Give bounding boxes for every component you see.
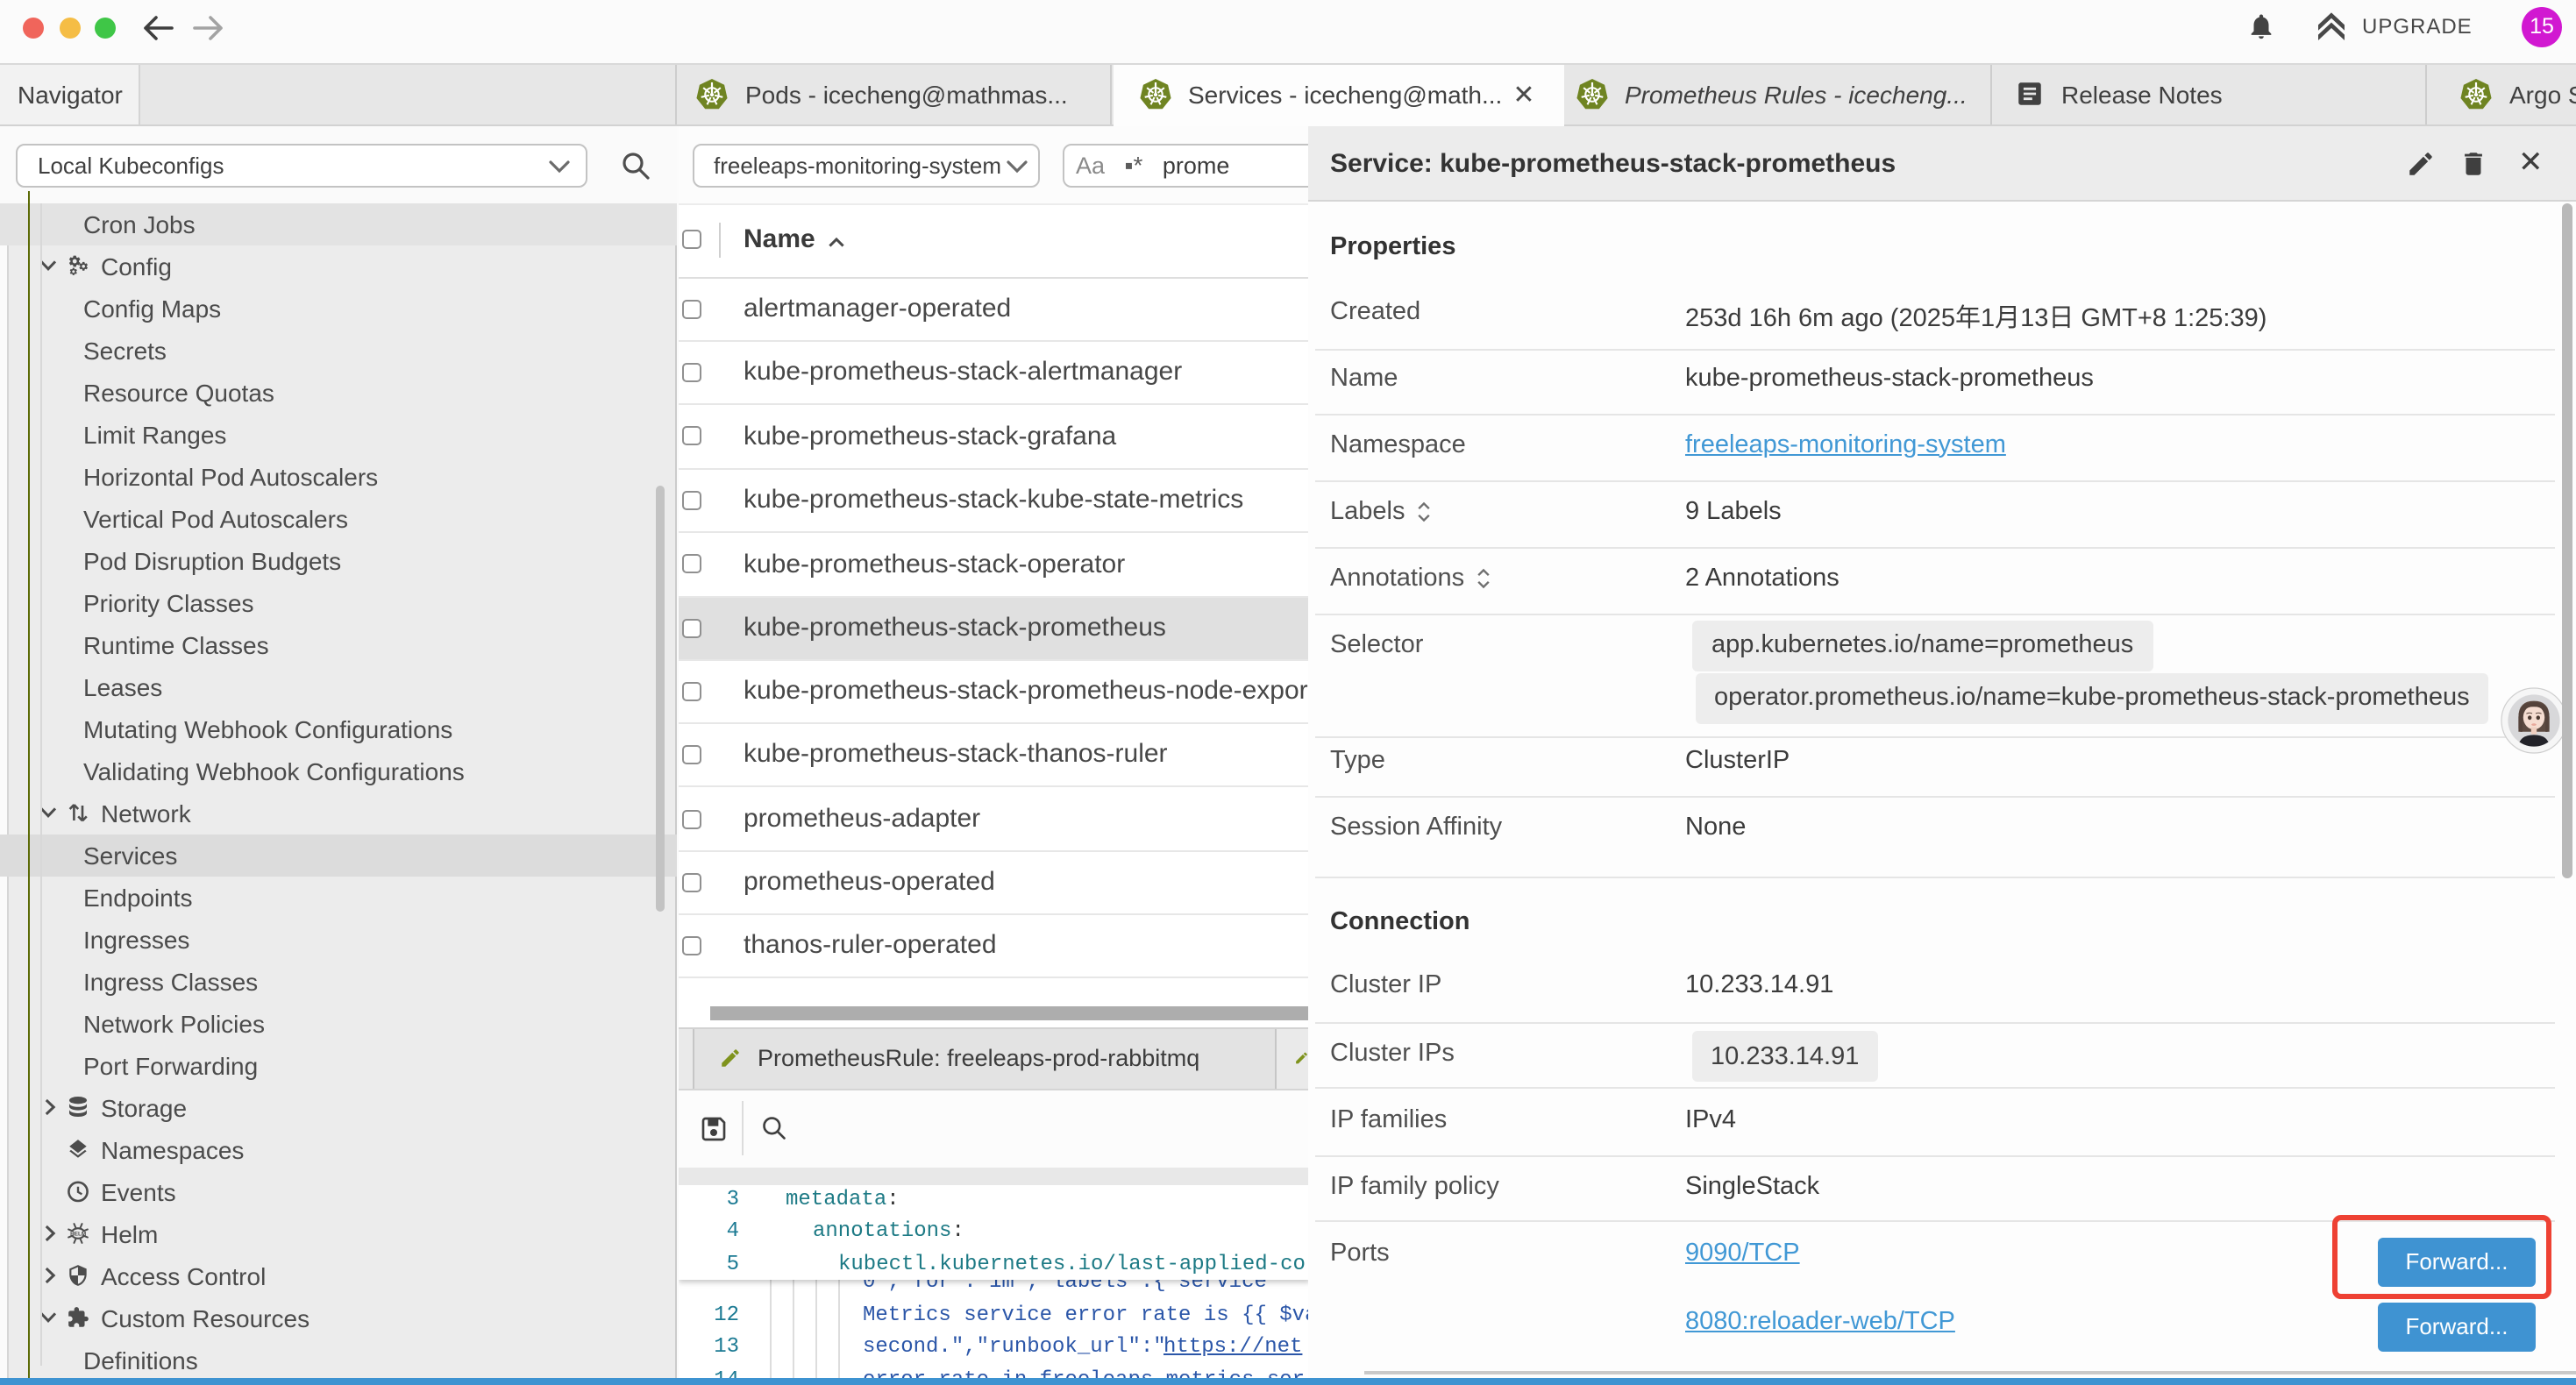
svg-text:HELM: HELM [70, 1231, 86, 1237]
